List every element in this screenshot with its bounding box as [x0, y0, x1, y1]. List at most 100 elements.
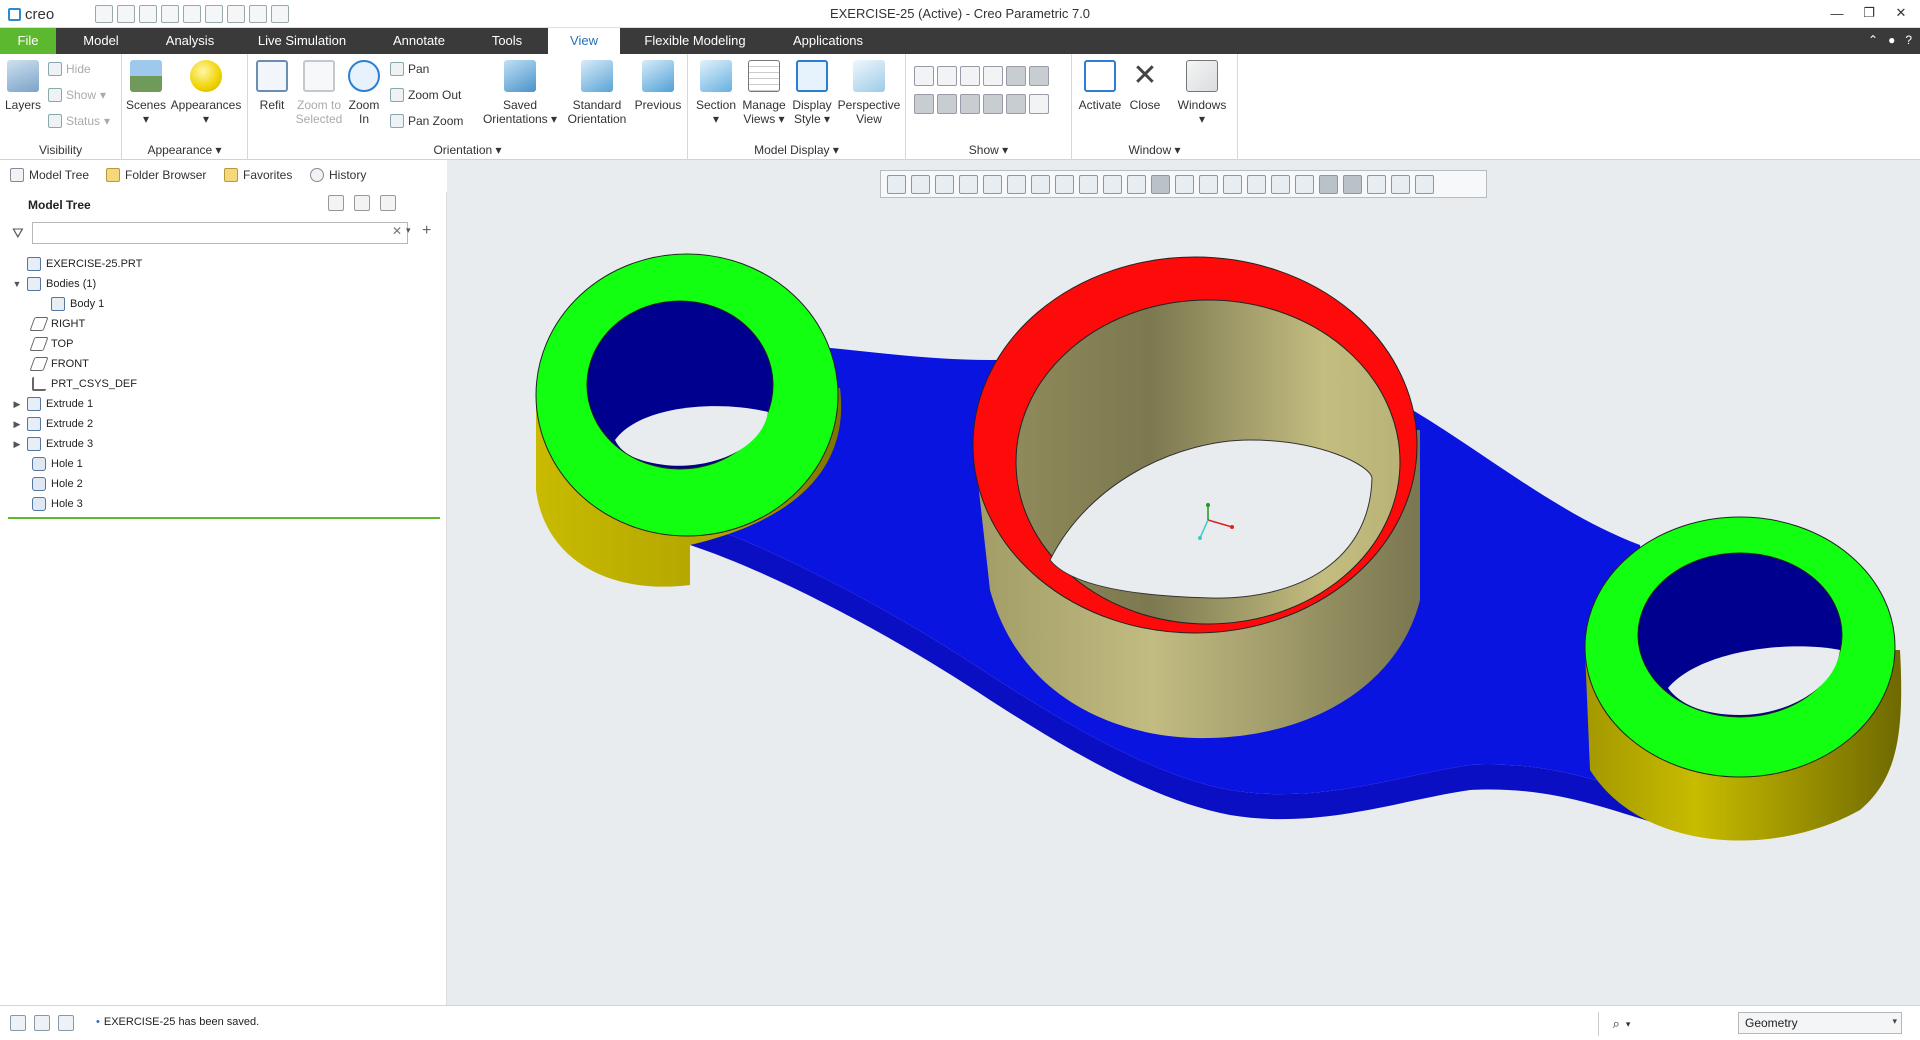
- tree-item-hole-2[interactable]: Hole 2: [17, 474, 83, 494]
- standard-orientation-button[interactable]: Standard Orientation: [562, 60, 632, 126]
- pan-button[interactable]: Pan: [390, 62, 429, 76]
- annotation-display-icon[interactable]: [1006, 66, 1026, 86]
- zoom-in-icon[interactable]: [911, 174, 930, 194]
- group-label-model-display[interactable]: Model Display ▾: [688, 143, 905, 157]
- plane-display-icon[interactable]: [1175, 174, 1194, 194]
- tree-item-right[interactable]: RIGHT: [17, 314, 85, 334]
- group-label-show[interactable]: Show ▾: [906, 143, 1071, 157]
- previous-button[interactable]: Previous: [632, 60, 684, 112]
- tab-file[interactable]: File: [0, 28, 56, 54]
- tab-view[interactable]: View: [548, 28, 620, 54]
- layers-button[interactable]: Layers: [4, 60, 42, 112]
- minimize-ribbon-icon[interactable]: ⌃: [1868, 33, 1878, 47]
- zoom-to-selected-icon[interactable]: [983, 174, 1002, 194]
- tree-item-top[interactable]: TOP: [17, 334, 73, 354]
- 3d-notes-icon[interactable]: [1029, 94, 1049, 114]
- display-style-icon[interactable]: [1031, 174, 1050, 194]
- add-filter-icon[interactable]: +: [422, 222, 431, 240]
- saved-orientations-icon[interactable]: [1055, 174, 1074, 194]
- activate-button[interactable]: Activate: [1076, 60, 1124, 112]
- close-window-button[interactable]: ✕ Close: [1124, 60, 1166, 113]
- tab-flexible-modeling[interactable]: Flexible Modeling: [636, 28, 754, 54]
- part-model-3d[interactable]: [447, 160, 1920, 1005]
- zoom-out-button[interactable]: Zoom Out: [390, 88, 461, 102]
- point-display-icon[interactable]: [1271, 174, 1290, 194]
- close-button[interactable]: ✕: [1892, 4, 1910, 22]
- axis-tag-icon[interactable]: [937, 94, 957, 114]
- pause-icon[interactable]: [1391, 174, 1410, 194]
- manage-views-button[interactable]: Manage Views ▾: [740, 60, 788, 126]
- spin-center-icon[interactable]: [1006, 94, 1026, 114]
- zoom-out-icon[interactable]: [935, 174, 954, 194]
- tree-item-csys[interactable]: PRT_CSYS_DEF: [17, 374, 137, 394]
- fullscreen-icon[interactable]: [58, 1015, 74, 1031]
- repaint-icon[interactable]: [959, 174, 978, 194]
- expand-icon[interactable]: ▶: [12, 399, 22, 410]
- tab-model-tree[interactable]: Model Tree: [10, 168, 89, 182]
- csys-display-icon[interactable]: [983, 66, 1003, 86]
- restore-button[interactable]: ❐: [1860, 4, 1878, 22]
- tab-annotate[interactable]: Annotate: [380, 28, 458, 54]
- tab-history[interactable]: History: [310, 168, 366, 182]
- zoom-to-selected-button[interactable]: Zoom to Selected: [292, 60, 346, 126]
- perspective-icon[interactable]: [1079, 174, 1098, 194]
- tab-analysis[interactable]: Analysis: [150, 28, 230, 54]
- scenes-button[interactable]: Scenes ▾: [126, 60, 166, 126]
- point-tag-icon[interactable]: [960, 94, 980, 114]
- windows-button[interactable]: Windows ▾: [1172, 60, 1232, 126]
- plane-tag-icon[interactable]: [914, 94, 934, 114]
- annotation-display-icon[interactable]: [1319, 174, 1338, 194]
- expand-icon[interactable]: ▶: [12, 419, 22, 430]
- tree-item-part[interactable]: EXERCISE-25.PRT: [12, 254, 142, 274]
- tree-item-hole-3[interactable]: Hole 3: [17, 494, 83, 514]
- minimize-button[interactable]: —: [1828, 4, 1846, 22]
- hide-button[interactable]: Hide: [48, 62, 91, 76]
- saved-orientations-button[interactable]: Saved Orientations ▾: [480, 60, 560, 126]
- tab-applications[interactable]: Applications: [780, 28, 876, 54]
- toolbar-options-icon[interactable]: [1415, 174, 1434, 194]
- spin-center-toggle-icon[interactable]: [1343, 174, 1362, 194]
- tree-item-extrude-2[interactable]: ▶ Extrude 2: [12, 414, 93, 434]
- group-label-window[interactable]: Window ▾: [1072, 143, 1237, 157]
- command-search-icon[interactable]: ●: [1888, 33, 1895, 47]
- help-icon[interactable]: ?: [1905, 33, 1912, 47]
- plane-tag-icon[interactable]: [1223, 174, 1242, 194]
- csys-tag-icon[interactable]: [983, 94, 1003, 114]
- appearances-button[interactable]: Appearances ▾: [168, 60, 244, 126]
- tab-live-simulation[interactable]: Live Simulation: [250, 28, 354, 54]
- display-style-button[interactable]: Display Style ▾: [788, 60, 836, 126]
- plane-display-icon[interactable]: [914, 66, 934, 86]
- tree-columns-icon[interactable]: [380, 195, 396, 211]
- axis-display-icon[interactable]: [1199, 174, 1218, 194]
- tab-folder-browser[interactable]: Folder Browser: [106, 168, 206, 182]
- spin-center-icon[interactable]: [1127, 174, 1146, 194]
- tab-tools[interactable]: Tools: [482, 28, 532, 54]
- expand-icon[interactable]: ▶: [12, 439, 22, 450]
- status-button[interactable]: Status ▾: [48, 114, 110, 128]
- tree-item-body-1[interactable]: Body 1: [36, 294, 104, 314]
- show-button[interactable]: Show ▾: [48, 88, 106, 102]
- pan-zoom-button[interactable]: Pan Zoom: [390, 114, 463, 128]
- tab-model[interactable]: Model: [70, 28, 132, 54]
- clear-search-icon[interactable]: ✕: [392, 224, 402, 238]
- refit-icon[interactable]: [887, 174, 906, 194]
- chevron-down-icon[interactable]: ▾: [406, 225, 411, 236]
- section-button[interactable]: Section ▾: [692, 60, 740, 126]
- shading-icon[interactable]: [1151, 174, 1170, 194]
- tree-search-input[interactable]: [32, 222, 408, 244]
- tree-settings-icon[interactable]: [328, 195, 344, 211]
- tree-item-bodies[interactable]: ▼ Bodies (1): [12, 274, 96, 294]
- group-label-appearance[interactable]: Appearance ▾: [122, 143, 247, 157]
- axis-tag-icon[interactable]: [1247, 174, 1266, 194]
- refit-button[interactable]: Refit: [252, 60, 292, 112]
- selection-filter-select[interactable]: Geometry ▾: [1738, 1012, 1902, 1034]
- csys-display-icon[interactable]: [1295, 174, 1314, 194]
- section-icon[interactable]: [1103, 174, 1122, 194]
- point-display-icon[interactable]: [960, 66, 980, 86]
- tree-show-icon[interactable]: [354, 195, 370, 211]
- expand-icon[interactable]: ▼: [12, 279, 22, 289]
- filter-icon[interactable]: ⛛: [12, 225, 24, 242]
- zoom-in-button[interactable]: Zoom In: [346, 60, 382, 126]
- tree-item-front[interactable]: FRONT: [17, 354, 89, 374]
- perspective-view-button[interactable]: Perspective View: [836, 60, 902, 126]
